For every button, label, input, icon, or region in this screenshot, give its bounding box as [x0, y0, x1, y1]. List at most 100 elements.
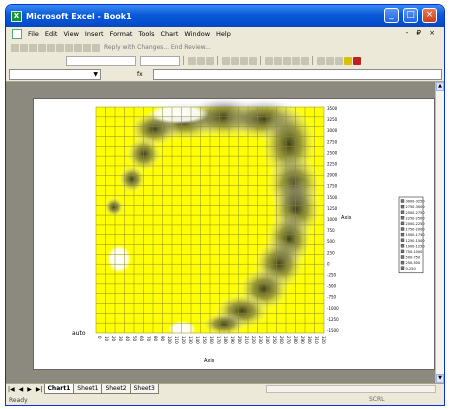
legend-entry: 500-750	[406, 256, 421, 260]
scroll-down-icon[interactable]: ▼	[436, 374, 444, 383]
legend-swatch	[400, 204, 405, 209]
legend-entry: 2750-3000	[406, 205, 425, 209]
toolbar-icon[interactable]	[11, 43, 19, 52]
contour-chart[interactable]: 0 10 20 30 40 50 60 70 80 90 100 110 120 130 140 150 160…	[34, 95, 434, 369]
toolbar-icon[interactable]	[47, 43, 55, 52]
menu-insert[interactable]: Insert	[82, 30, 107, 38]
x-tick-label: 310	[314, 336, 319, 344]
legend-entry: 1750-2000	[406, 228, 425, 232]
font-color-icon[interactable]	[353, 56, 361, 65]
name-box[interactable]: ▼	[9, 69, 101, 80]
formula-bar: ▼ fx	[6, 68, 444, 82]
menu-file[interactable]: File	[25, 30, 42, 38]
formatting-toolbar	[6, 54, 444, 67]
underline-icon[interactable]	[206, 56, 214, 65]
toolbar-icon[interactable]	[20, 43, 28, 52]
legend-entry: 1500-1750	[406, 233, 425, 237]
legend-swatch	[400, 244, 405, 248]
y-tick-label: -500	[327, 284, 337, 289]
fx-icon[interactable]: fx	[137, 71, 143, 78]
series-axis-label: auto	[72, 330, 86, 337]
document-window-controls[interactable]: - ₽ ×	[406, 29, 438, 37]
italic-icon[interactable]	[197, 56, 205, 65]
maximize-button[interactable]: □	[403, 8, 418, 23]
decrease-decimal-icon[interactable]	[301, 56, 309, 65]
tab-chart1[interactable]: Chart1	[43, 384, 75, 394]
y-tick-labels: 3500325030002750250022502000175015001250…	[327, 106, 339, 333]
increase-decimal-icon[interactable]	[292, 56, 300, 65]
borders-icon[interactable]	[335, 56, 343, 65]
legend-swatch	[400, 199, 405, 203]
y-tick-label: 1500	[327, 195, 338, 200]
contour-band	[118, 165, 146, 193]
scroll-lock-indicator: SCRL	[369, 396, 385, 403]
menu-chart[interactable]: Chart	[158, 30, 182, 38]
menu-window[interactable]: Window	[181, 30, 213, 38]
y-tick-label: 3500	[327, 106, 338, 111]
tab-sheet3[interactable]: Sheet3	[129, 384, 159, 394]
menu-bar: File Edit View Insert Format Tools Chart…	[6, 27, 444, 41]
align-left-icon[interactable]	[222, 56, 230, 65]
indent-icon[interactable]	[317, 56, 325, 65]
merge-icon[interactable]	[249, 56, 257, 65]
menu-tools[interactable]: Tools	[135, 30, 157, 38]
font-size-combo[interactable]	[140, 55, 180, 66]
x-tick-label: 40	[125, 336, 130, 342]
y-tick-label: 1000	[327, 217, 338, 222]
y-tick-label: 3250	[327, 117, 338, 122]
minimize-button[interactable]: _	[384, 8, 399, 23]
x-tick-label: 240	[265, 336, 270, 344]
toolbar-icon[interactable]	[38, 43, 46, 52]
toolbar-icon[interactable]	[29, 43, 37, 52]
fill-color-icon[interactable]	[344, 56, 352, 65]
comma-icon[interactable]	[283, 56, 291, 65]
x-tick-labels: 0 10 20 30 40 50 60 70 80 90 100 110 120 130 140 150 160…	[97, 336, 326, 344]
first-sheet-icon[interactable]: |◀	[6, 386, 17, 393]
x-tick-label: 320	[321, 336, 326, 344]
x-tick-label: 180	[223, 336, 228, 344]
chart-area[interactable]: 0 10 20 30 40 50 60 70 80 90 100 110 120 130 140 150 160…	[33, 95, 435, 370]
y-tick-label: -1500	[327, 328, 339, 333]
chart-legend[interactable]: 3000-32502750-3000 2500-27502250-2500 2000…	[398, 196, 425, 274]
y-tick-label: -750	[327, 295, 337, 300]
chevron-down-icon[interactable]: ▼	[93, 71, 98, 78]
chart-workspace: 0 10 20 30 40 50 60 70 80 90 100 110 120 130 140 150 160…	[6, 82, 444, 383]
menu-format[interactable]: Format	[107, 30, 136, 38]
toolbar-icon[interactable]	[83, 43, 91, 52]
x-tick-label: 300	[307, 336, 312, 344]
menu-view[interactable]: View	[60, 30, 81, 38]
review-text[interactable]: Reply with Changes... End Review...	[104, 44, 211, 51]
legend-entry: 2000-2250	[406, 222, 425, 226]
font-name-combo[interactable]	[66, 55, 136, 66]
y-tick-label: 2750	[327, 139, 338, 144]
y-tick-label: -250	[327, 273, 337, 278]
toolbar-icon[interactable]	[65, 43, 73, 52]
percent-icon[interactable]	[274, 56, 282, 65]
bold-icon[interactable]	[188, 56, 196, 65]
close-button[interactable]: ×	[422, 8, 437, 23]
menu-help[interactable]: Help	[213, 30, 234, 38]
toolbar-icon[interactable]	[92, 43, 100, 52]
tab-sheet1[interactable]: Sheet1	[73, 384, 103, 394]
x-tick-label: 80	[153, 336, 158, 342]
align-right-icon[interactable]	[240, 56, 248, 65]
horizontal-scrollbar[interactable]	[266, 385, 436, 393]
next-sheet-icon[interactable]: ▶	[25, 386, 34, 393]
legend-entry: 1000-1250	[406, 244, 425, 248]
y-tick-label: 0	[327, 261, 330, 266]
contour-band	[134, 341, 154, 353]
legend-swatch	[400, 266, 405, 270]
align-center-icon[interactable]	[231, 56, 239, 65]
toolbar-icon[interactable]	[74, 43, 82, 52]
toolbar-icon[interactable]	[56, 43, 64, 52]
workbook-icon[interactable]	[12, 29, 22, 39]
title-bar[interactable]: X Microsoft Excel - Book1 _ □ ×	[6, 5, 444, 27]
outdent-icon[interactable]	[326, 56, 334, 65]
tab-sheet2[interactable]: Sheet2	[101, 384, 131, 394]
scroll-up-icon[interactable]: ▲	[436, 82, 444, 91]
prev-sheet-icon[interactable]: ◀	[17, 386, 26, 393]
formula-input[interactable]	[152, 69, 442, 80]
menu-edit[interactable]: Edit	[42, 30, 61, 38]
vertical-scrollbar[interactable]: ▲ ▼	[435, 82, 444, 383]
currency-icon[interactable]	[265, 56, 273, 65]
